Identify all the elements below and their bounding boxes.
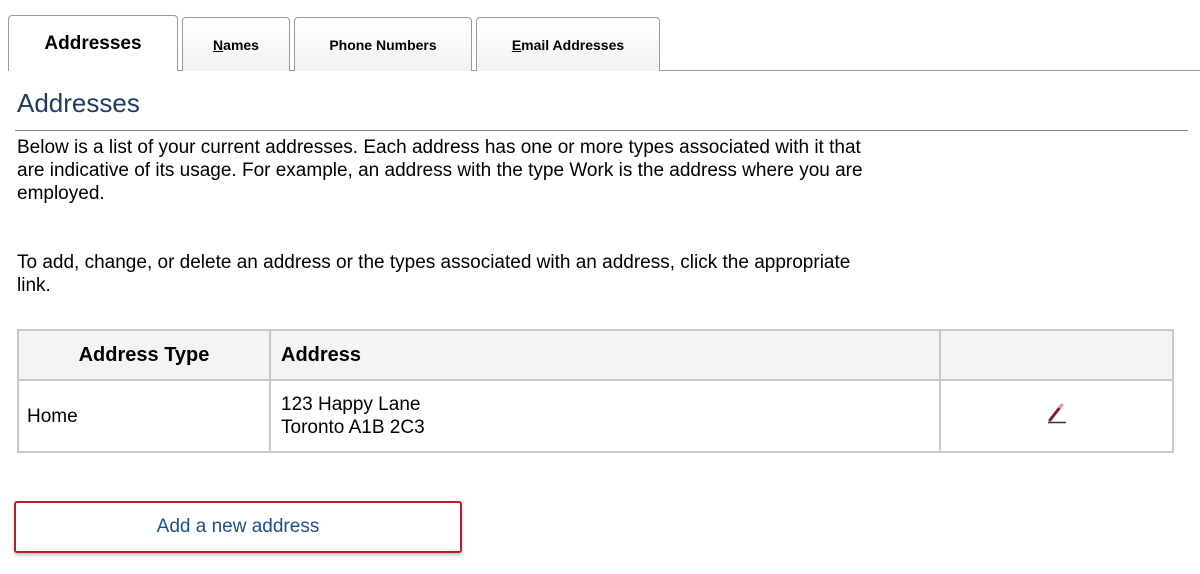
addresses-table: Address Type Address Home 123 Happy Lane… [17, 329, 1174, 453]
header-address-type: Address Type [17, 329, 271, 381]
tab-names-label: Names [213, 36, 259, 53]
address-type-cell: Home [17, 379, 271, 453]
table-row: Home 123 Happy Lane Toronto A1B 2C3 [17, 379, 1174, 453]
tab-phone-numbers[interactable]: Phone Numbers [294, 17, 472, 71]
edit-pencil-icon[interactable] [1046, 402, 1068, 424]
add-new-address-button[interactable]: Add a new address [14, 501, 462, 553]
header-actions [939, 329, 1174, 381]
action-cell [939, 379, 1174, 453]
page-title: Addresses [17, 88, 140, 118]
tab-email-addresses-label: Email Addresses [511, 36, 625, 53]
address-cell: 123 Happy Lane Toronto A1B 2C3 [269, 379, 941, 453]
title-divider [15, 130, 1188, 131]
address-line-1: 123 Happy Lane [281, 394, 421, 415]
tab-names[interactable]: Names [182, 17, 290, 71]
address-line-2: Toronto A1B 2C3 [281, 417, 425, 438]
tab-addresses-label: Addresses [44, 32, 142, 54]
tab-phone-numbers-label: Phone Numbers [329, 36, 437, 53]
instructions-text: To add, change, or delete an address or … [17, 252, 851, 296]
table-header-row: Address Type Address [17, 329, 1174, 381]
intro-text: Below is a list of your current addresse… [17, 137, 863, 204]
tab-addresses[interactable]: Addresses [8, 15, 178, 71]
tab-bar: Addresses Names Phone Numbers Email Addr… [8, 15, 664, 71]
tab-email-addresses[interactable]: Email Addresses [476, 17, 660, 71]
header-address: Address [269, 329, 941, 381]
